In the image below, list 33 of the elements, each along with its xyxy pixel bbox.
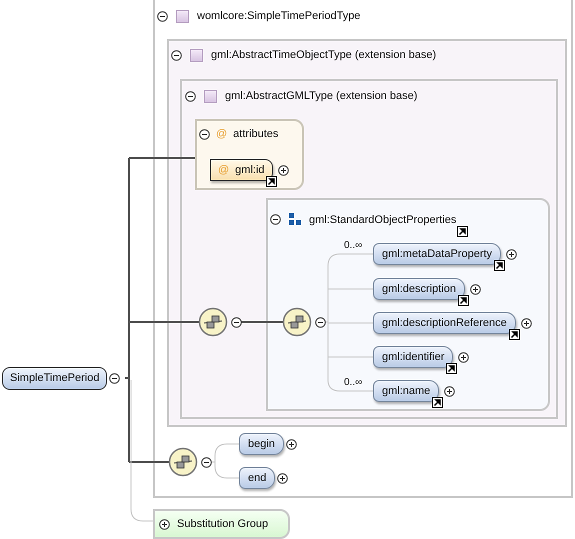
square-icon bbox=[176, 10, 189, 23]
occurrence-label: 0..∞ bbox=[344, 239, 362, 253]
base-type-title: gml:AbstractGMLType (extension base) bbox=[225, 89, 418, 104]
element-node[interactable]: begin bbox=[239, 433, 284, 455]
blocks-icon bbox=[289, 213, 301, 225]
minus-circle-icon[interactable] bbox=[199, 128, 210, 140]
connector-line bbox=[210, 444, 240, 478]
sequence-icon[interactable] bbox=[282, 307, 312, 337]
element-node[interactable]: end bbox=[239, 467, 276, 489]
square-icon bbox=[190, 48, 203, 62]
element-node[interactable]: gml:descriptionReference bbox=[373, 312, 516, 334]
attribute-node[interactable]: @ gml:id bbox=[210, 159, 273, 181]
minus-circle-icon[interactable] bbox=[185, 90, 196, 102]
sequence-icon[interactable] bbox=[198, 307, 228, 337]
at-sign-icon: @ bbox=[216, 126, 228, 142]
attributes-title: attributes bbox=[233, 127, 278, 142]
minus-circle-icon[interactable] bbox=[171, 50, 182, 61]
substitution-group-node[interactable]: Substitution Group bbox=[153, 509, 290, 539]
element-node[interactable]: gml:description bbox=[373, 278, 465, 300]
group-title: gml:StandardObjectProperties bbox=[309, 214, 456, 226]
occurrence-label: 0..∞ bbox=[344, 376, 362, 390]
element-node[interactable]: gml:identifier bbox=[373, 346, 454, 368]
connector-line bbox=[240, 321, 283, 323]
minus-circle-icon[interactable] bbox=[109, 373, 120, 384]
root-element-node[interactable]: SimpleTimePeriod bbox=[2, 367, 108, 390]
element-node[interactable]: gml:name bbox=[373, 380, 440, 402]
element-node[interactable]: gml:metaDataProperty bbox=[373, 243, 502, 265]
square-icon bbox=[204, 90, 217, 103]
sequence-icon[interactable] bbox=[168, 447, 198, 477]
plus-circle-icon[interactable] bbox=[159, 518, 170, 530]
base-type-title: gml:AbstractTimeObjectType (extension base) bbox=[211, 48, 436, 63]
type-title: womlcore:SimpleTimePeriodType bbox=[197, 9, 360, 24]
minus-circle-icon[interactable] bbox=[157, 10, 168, 22]
